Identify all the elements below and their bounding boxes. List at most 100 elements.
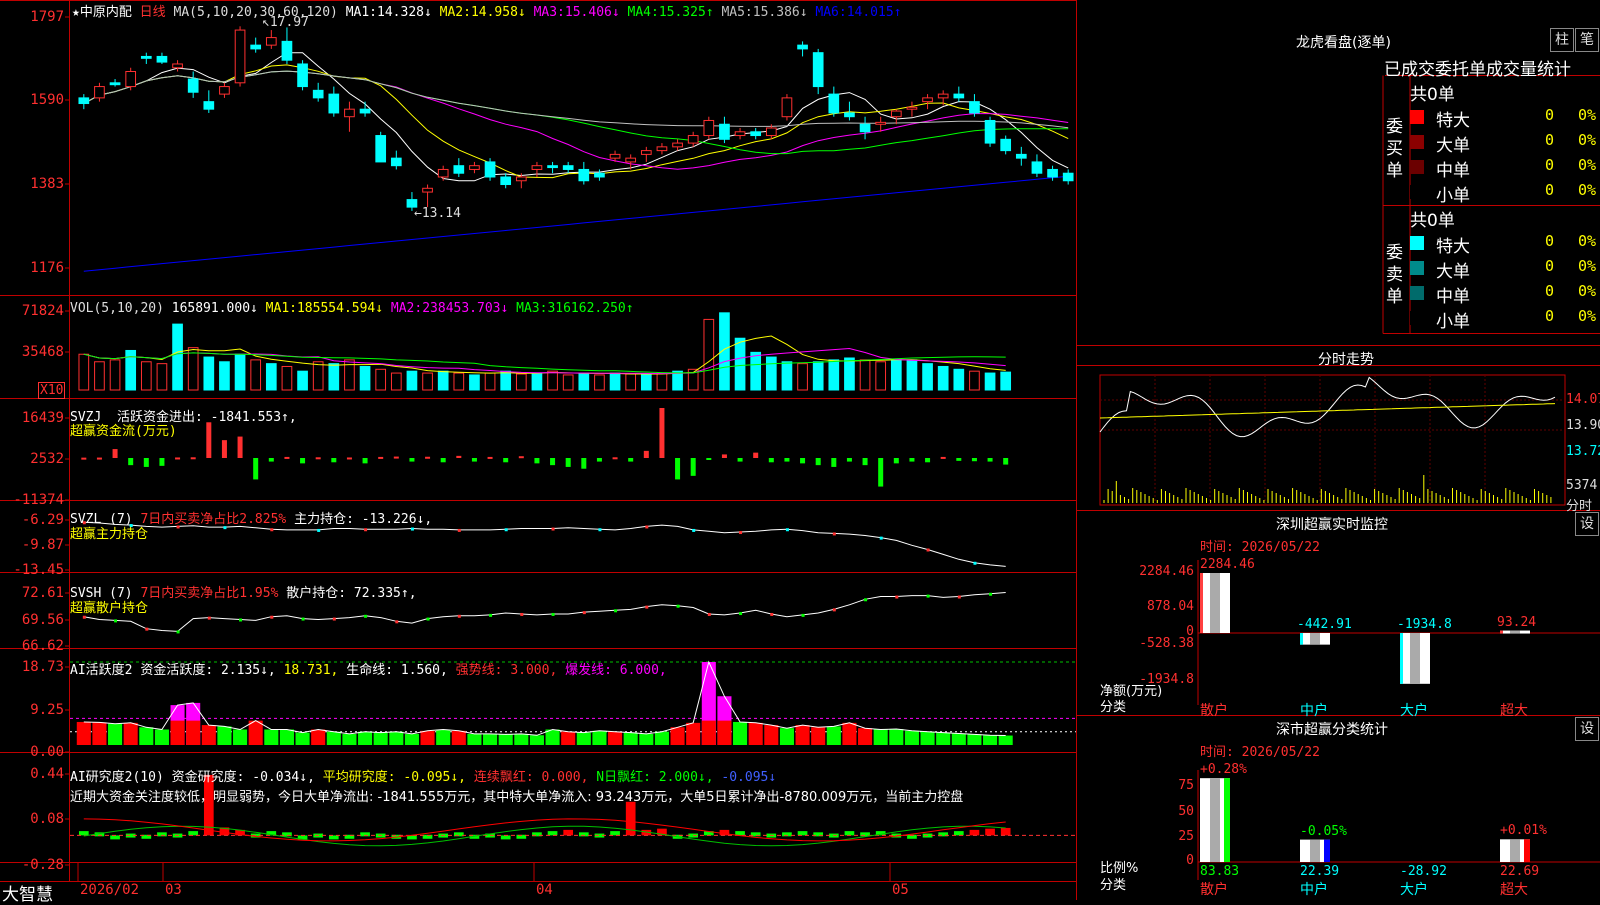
ai2-e: -0.095↓ xyxy=(721,770,777,785)
fund-flow-bar xyxy=(425,456,431,459)
fund-flow-bar xyxy=(628,458,634,462)
y-tick-label-ai2: -0.28 xyxy=(21,857,64,873)
cls-settings-button[interactable]: 设 xyxy=(1575,717,1599,741)
y-tick-label-main: 1176 xyxy=(30,260,64,276)
candle-down xyxy=(297,63,308,88)
volume-bar xyxy=(562,374,574,391)
ai-legend: AI活跃度2 资金活跃度: 2.135↓, 18.731, 生命线: 1.560… xyxy=(70,659,667,678)
retail-dot xyxy=(832,608,836,612)
retail-dot xyxy=(739,612,743,616)
y-tick-label-main: 1590 xyxy=(30,92,64,108)
retail-dot xyxy=(895,595,899,599)
sz-y-tick: -1934.8 xyxy=(1139,672,1194,687)
candle-down xyxy=(328,93,340,114)
x-tick-label: 03 xyxy=(165,882,182,898)
sz-bar-edge xyxy=(1400,633,1403,684)
activity-bar xyxy=(795,725,810,745)
sz-settings-button[interactable]: 设 xyxy=(1575,512,1599,536)
fund-flow-bar xyxy=(878,458,884,487)
legend-value: 238453.703↓ xyxy=(422,301,509,316)
fund-flow-bar xyxy=(768,458,774,463)
activity-bar xyxy=(811,727,826,745)
ma-line-5 xyxy=(83,70,1069,129)
pen-mode-button[interactable]: 笔 xyxy=(1575,28,1599,52)
candle-down xyxy=(1047,168,1058,178)
cls-value: -28.92 xyxy=(1400,864,1447,879)
candle-down xyxy=(562,165,574,170)
buy-row-swatch xyxy=(1410,160,1424,174)
ai2-d: N日飘红: 2.000↓, xyxy=(596,770,714,785)
intraday-tick: 14.07 xyxy=(1566,392,1600,407)
activity-bar xyxy=(717,720,732,745)
buy-row-label: 中单 xyxy=(1436,161,1470,181)
activity-bar xyxy=(108,723,123,745)
bar-mode-button[interactable]: 柱 xyxy=(1550,28,1574,52)
sell-row-pct: 0% xyxy=(1578,257,1597,275)
legend-value: 15.406↓ xyxy=(564,5,620,20)
cls-bar-edge xyxy=(1324,839,1330,862)
y-tick-label-svsh: 69.56 xyxy=(21,612,64,628)
ai-b: 18.731, xyxy=(283,663,339,678)
candle-down xyxy=(828,93,840,114)
activity-bar xyxy=(576,732,591,745)
activity-bar xyxy=(920,731,935,745)
high-annotation: ↖17.97 xyxy=(262,15,309,30)
research-bar xyxy=(563,829,574,836)
activity-bar xyxy=(420,730,435,745)
main-holding-line xyxy=(83,521,1006,567)
svzl-text1: 7日内买卖净占比2.825% xyxy=(140,512,287,527)
candle-up xyxy=(656,146,668,152)
retail-dot xyxy=(82,615,86,619)
fund-flow-bar xyxy=(159,458,165,466)
volume-bar xyxy=(187,347,199,391)
buy-row-pct: 0% xyxy=(1578,156,1597,174)
cls-pct: -0.05% xyxy=(1300,823,1347,839)
research-bar xyxy=(969,829,980,836)
cls-bar-edge xyxy=(1524,839,1530,862)
retail-dot xyxy=(270,615,274,619)
cls-y-tick: 50 xyxy=(1178,804,1194,819)
svzj-sub: 超赢资金流(万元) xyxy=(70,424,177,439)
sell-row-count: 0 xyxy=(1545,257,1555,275)
fund-flow-bar xyxy=(487,456,493,459)
fund-flow-bar xyxy=(206,422,212,458)
intraday-tick: 13.90 xyxy=(1566,418,1600,433)
volume-bar xyxy=(515,373,527,391)
svzl-text2: 主力持仓: -13.226↓, xyxy=(294,512,433,527)
candle-down xyxy=(359,108,371,114)
candle-down xyxy=(281,40,293,61)
candle-down xyxy=(797,44,808,50)
volume-bar xyxy=(844,357,855,391)
retail-dot xyxy=(207,616,211,620)
candle-up xyxy=(94,86,105,99)
x-tick-label: 04 xyxy=(536,882,553,898)
buy-row-pct: 0% xyxy=(1578,106,1597,124)
volume-bar xyxy=(453,372,465,391)
research-bar xyxy=(953,831,964,836)
y-tick-label-svzl: -6.29 xyxy=(21,512,64,528)
activity-bar xyxy=(139,727,154,745)
volume-bar xyxy=(812,361,824,391)
main-chart-canvas[interactable] xyxy=(0,0,1600,900)
candle-up xyxy=(437,168,449,178)
research-bar xyxy=(610,831,620,836)
fund-flow-bar xyxy=(675,458,681,480)
ma-params: MA(5,10,20,30,60,120) xyxy=(173,5,338,20)
fund-flow-bar xyxy=(331,458,337,463)
activity-bar xyxy=(639,733,654,745)
candle-up xyxy=(890,110,902,118)
sz-bar-edge xyxy=(1200,573,1203,633)
volume-bar xyxy=(609,372,621,391)
volume-bar xyxy=(765,356,777,391)
order-stats-tab[interactable]: 已成交委托单成交量统计 xyxy=(1384,55,1571,80)
ma-line-4 xyxy=(83,70,1069,155)
activity-bar xyxy=(686,722,701,745)
fund-flow-bar xyxy=(300,458,306,464)
app-logo: 大智慧 xyxy=(2,885,53,905)
activity-bar xyxy=(951,733,966,745)
activity-bar xyxy=(842,722,857,745)
fund-flow-bar xyxy=(440,458,446,463)
candle-down xyxy=(750,131,762,137)
commentary-text: 近期大资金关注度较低，明显弱势，今日大单净流出: -1841.555万元，其中特… xyxy=(70,790,964,805)
legend-value: 14.328↓ xyxy=(377,5,432,20)
